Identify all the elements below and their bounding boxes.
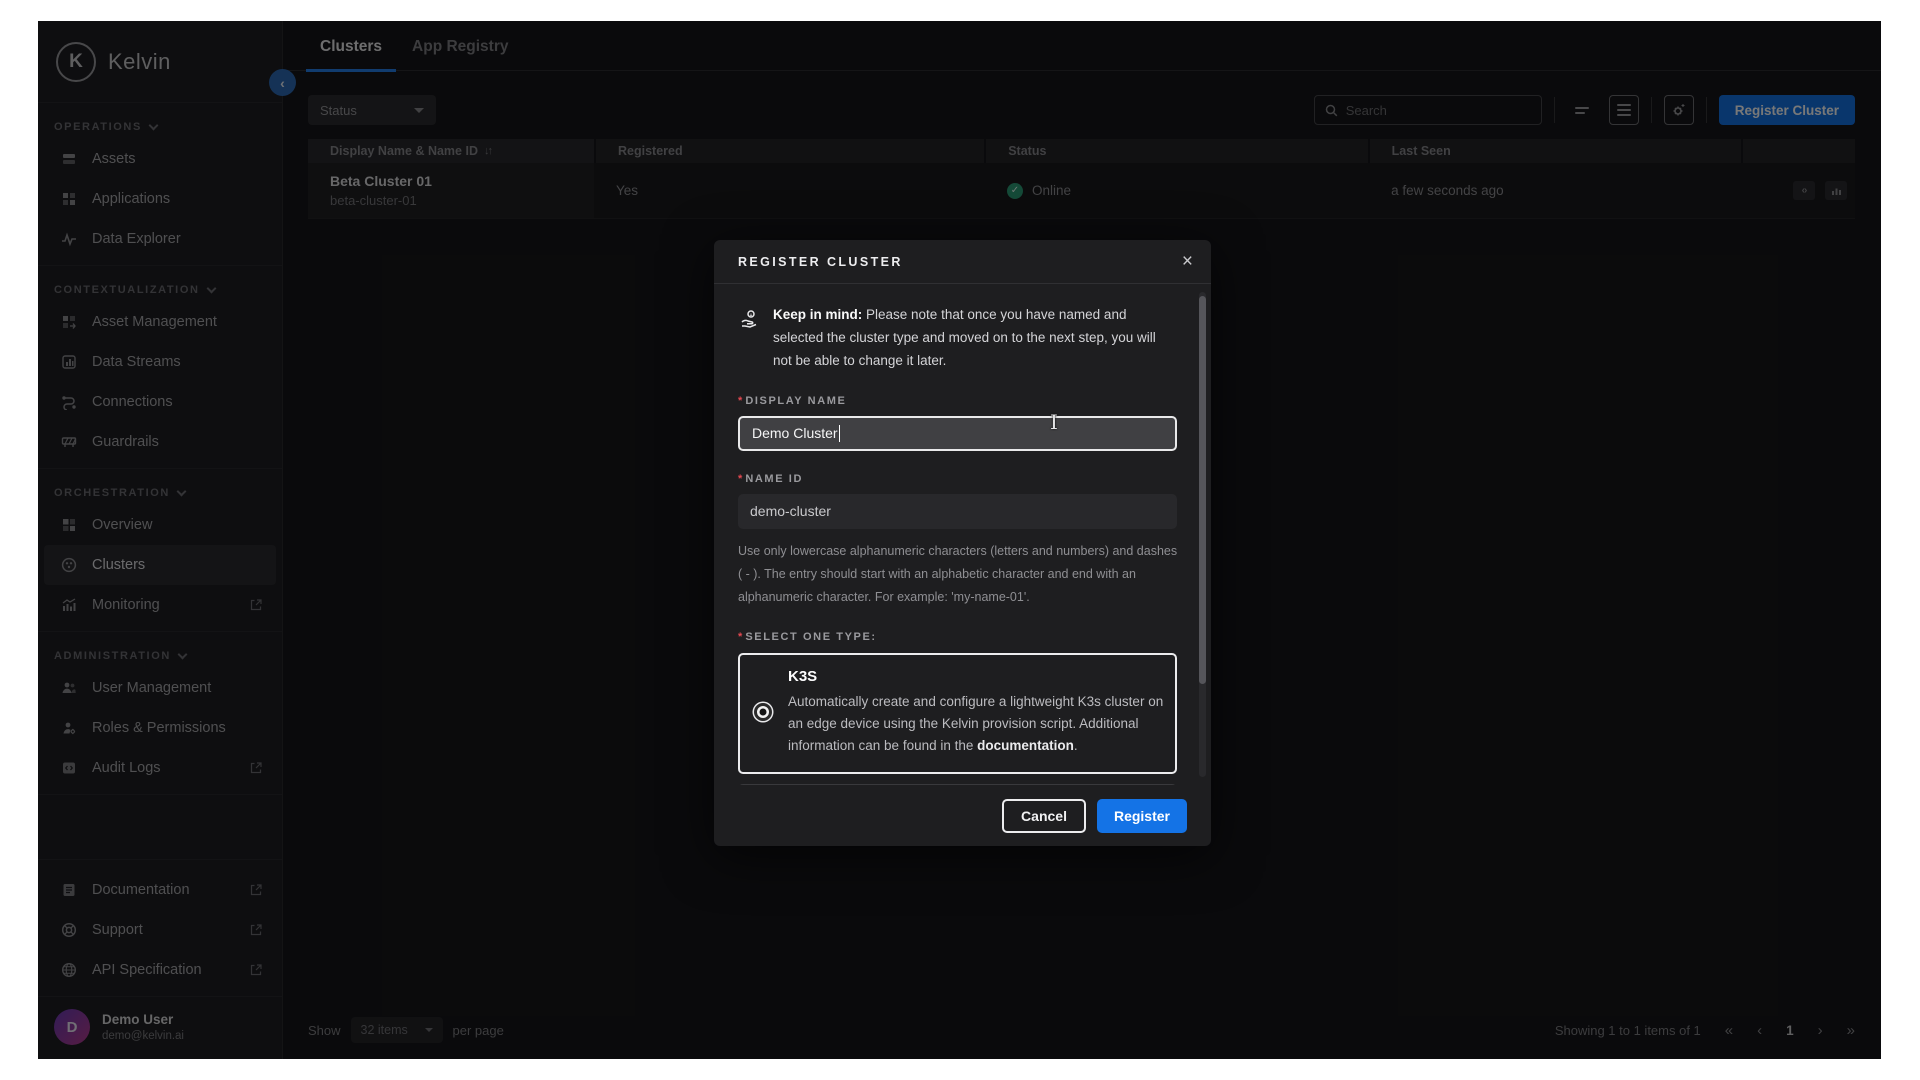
documentation-link[interactable]: documentation [977, 738, 1074, 753]
note-text: Keep in mind: Please note that once you … [773, 304, 1178, 373]
mouse-ibeam-cursor: I [1050, 410, 1058, 434]
display-name-input[interactable]: Demo Cluster [738, 416, 1177, 451]
text-caret [839, 425, 841, 442]
type-description: Automatically create and configure a lig… [788, 691, 1166, 757]
display-name-label: DISPLAY NAME [738, 395, 1177, 407]
keep-in-mind-icon [738, 304, 760, 373]
radio-selected-icon[interactable] [754, 703, 772, 721]
close-icon[interactable]: × [1182, 252, 1193, 271]
modal-scrollbar-thumb[interactable] [1199, 296, 1206, 684]
register-cluster-modal: REGISTER CLUSTER × Keep in mind: Please … [714, 240, 1211, 846]
display-name-value: Demo Cluster [752, 425, 838, 441]
name-id-label: NAME ID [738, 473, 1177, 485]
keep-in-mind-note: Keep in mind: Please note that once you … [738, 304, 1178, 373]
note-title: Keep in mind: [773, 307, 862, 322]
modal-body: Keep in mind: Please note that once you … [714, 284, 1211, 785]
register-button[interactable]: Register [1097, 799, 1187, 833]
select-type-label: SELECT ONE TYPE: [738, 631, 1177, 643]
type-name: K3S [788, 668, 1166, 685]
cancel-button[interactable]: Cancel [1002, 799, 1086, 833]
modal-title: REGISTER CLUSTER [738, 255, 903, 269]
type-description-text: . [1074, 738, 1078, 753]
modal-header: REGISTER CLUSTER × [714, 240, 1211, 284]
app-window: K Kelvin OPERATIONS Assets Applications … [38, 21, 1881, 1059]
type-description-text: Automatically create and configure a lig… [788, 694, 1163, 753]
name-id-value: demo-cluster [750, 503, 831, 519]
name-id-input[interactable]: demo-cluster [738, 494, 1177, 529]
name-id-help-text: Use only lowercase alphanumeric characte… [738, 540, 1180, 609]
modal-scrollbar[interactable] [1199, 292, 1206, 777]
type-option-kubernetes[interactable]: Kubernetes [738, 784, 1177, 785]
modal-footer: Cancel Register [714, 785, 1211, 846]
type-option-k3s[interactable]: K3S Automatically create and configure a… [738, 653, 1177, 774]
